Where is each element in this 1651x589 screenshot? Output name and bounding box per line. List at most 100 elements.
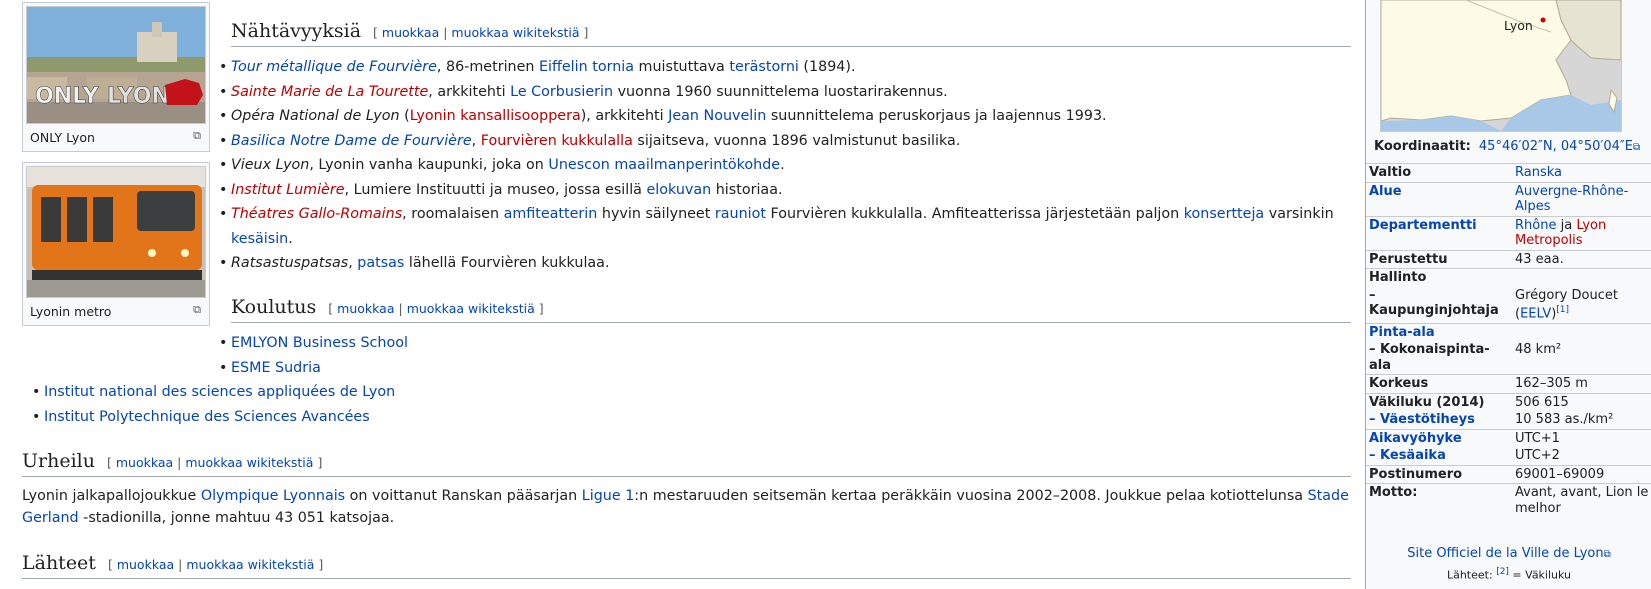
inline-link[interactable]: Unescon maailmanperintökohde bbox=[548, 157, 780, 173]
svg-text:ONLY: ONLY bbox=[35, 84, 100, 109]
inline-text: ja bbox=[1556, 217, 1577, 233]
only-lyon-image[interactable]: ONLY LYON bbox=[26, 6, 206, 124]
section-heading-sports: Urheilu [ muokkaa | muokkaa wikitekstiä ] bbox=[22, 450, 1351, 477]
inline-text: Lyonin jalkapallojoukkue bbox=[22, 488, 201, 504]
inline-text: Avant, avant, Lion le melhor bbox=[1515, 485, 1649, 516]
inline-link[interactable]: Théatres Gallo-Romains bbox=[231, 206, 402, 222]
edit-link[interactable]: muokkaa bbox=[337, 301, 394, 316]
inline-link[interactable]: Ranska bbox=[1515, 165, 1562, 180]
infobox-key[interactable]: Alue bbox=[1366, 181, 1512, 216]
inline-link[interactable]: amfiteatterin bbox=[504, 206, 598, 222]
inline-link[interactable]: terästorni bbox=[729, 59, 799, 75]
school-link[interactable]: Institut national des sciences appliquée… bbox=[44, 384, 395, 400]
inline-text: , 86-metrinen bbox=[436, 59, 540, 75]
infobox-value: Ranska bbox=[1512, 163, 1651, 182]
inline-link[interactable]: kesäisin bbox=[231, 231, 288, 247]
website-link[interactable]: Site Officiel de la Ville de Lyon bbox=[1407, 546, 1603, 561]
infobox-value bbox=[1512, 268, 1651, 287]
infobox-value: 10 583 as./km² bbox=[1512, 411, 1651, 429]
heading-text: Koulutus bbox=[231, 296, 317, 318]
infobox-key: Hallinto bbox=[1366, 268, 1512, 287]
infobox-key[interactable]: – Kesäaika bbox=[1366, 447, 1512, 465]
heading-text: Nähtävyyksiä bbox=[231, 20, 362, 42]
list-item: Sainte Marie de La Tourette, arkkitehti … bbox=[219, 80, 1354, 105]
inline-link[interactable]: Basilica Notre Dame de Fourvière bbox=[231, 133, 472, 149]
inline-text: 48 km² bbox=[1515, 342, 1562, 358]
edit-source-link[interactable]: muokkaa wikitekstiä bbox=[186, 557, 314, 572]
infobox-value: 43 eaa. bbox=[1512, 249, 1651, 269]
infobox-row: Departementti Rhône ja Lyon Metropolis bbox=[1366, 215, 1651, 250]
section-heading-sights: Nähtävyyksiä [ muokkaa | muokkaa wikiteks… bbox=[231, 20, 1351, 47]
list-item: Opéra National de Lyon (Lyonin kansallis… bbox=[219, 104, 1354, 129]
infobox-value: Grégory Doucet (EELV)[1] bbox=[1512, 287, 1651, 324]
inline-link[interactable]: Ligue 1 bbox=[582, 488, 635, 504]
inline-link[interactable]: Fourvièren kukkulalla bbox=[481, 133, 633, 149]
sources-suffix: = Väkiluku bbox=[1508, 568, 1572, 582]
inline-link[interactable]: EELV bbox=[1520, 306, 1551, 321]
inline-link[interactable]: Auvergne-Rhône-Alpes bbox=[1515, 184, 1628, 215]
inline-link[interactable]: rauniot bbox=[715, 206, 766, 222]
inline-link[interactable]: Le Corbusierin bbox=[510, 84, 613, 100]
infobox-key: – Kokonaispinta-ala bbox=[1369, 342, 1490, 373]
inline-link[interactable]: elokuvan bbox=[647, 182, 712, 198]
list-item: Ratsastuspatsas, patsas lähellä Fourvièr… bbox=[219, 251, 1354, 276]
infobox-value: UTC+1 bbox=[1512, 428, 1651, 448]
inline-link[interactable]: [1] bbox=[1556, 305, 1569, 315]
list-item: Basilica Notre Dame de Fourvière, Fourvi… bbox=[219, 129, 1354, 154]
inline-link[interactable]: patsas bbox=[357, 255, 404, 271]
sights-list: Tour métallique de Fourvière, 86-metrine… bbox=[219, 55, 1354, 276]
edit-links: [ muokkaa | muokkaa wikitekstiä ] bbox=[107, 455, 322, 470]
edit-link[interactable]: muokkaa bbox=[116, 455, 173, 470]
infobox-row: Aikavyöhyke UTC+1 bbox=[1366, 428, 1651, 448]
separator: | bbox=[178, 557, 183, 572]
edit-source-link[interactable]: muokkaa wikitekstiä bbox=[185, 455, 313, 470]
edit-links: [ muokkaa | muokkaa wikitekstiä ] bbox=[373, 25, 588, 40]
infobox-row: Perustettu 43 eaa. bbox=[1366, 249, 1651, 269]
inline-link[interactable]: Lyonin kansallisooppera bbox=[410, 108, 581, 124]
school-link[interactable]: Institut Polytechnique des Sciences Avan… bbox=[44, 409, 370, 425]
lyon-metro-image[interactable] bbox=[26, 166, 206, 298]
edit-source-link[interactable]: muokkaa wikitekstiä bbox=[407, 301, 535, 316]
magnify-icon[interactable]: ⧉ bbox=[193, 129, 201, 143]
inline-text: UTC+1 bbox=[1515, 430, 1560, 446]
infobox-key[interactable]: Pinta-ala bbox=[1366, 322, 1512, 342]
edit-link[interactable]: muokkaa bbox=[382, 25, 439, 40]
infobox-row: Korkeus 162–305 m bbox=[1366, 374, 1651, 394]
inline-link[interactable]: Rhône bbox=[1515, 218, 1556, 233]
inline-link[interactable]: Jean Nouvelin bbox=[668, 108, 766, 124]
reference-link[interactable]: [2] bbox=[1496, 567, 1509, 577]
infobox-value: 69001–69009 bbox=[1512, 464, 1651, 484]
education-list-outer: Institut national des sciences appliquée… bbox=[32, 380, 395, 429]
inline-link[interactable]: Tour métallique de Fourvière bbox=[231, 59, 437, 75]
edit-links: [ muokkaa | muokkaa wikitekstiä ] bbox=[108, 557, 323, 572]
external-link-icon: ⧉ bbox=[1632, 142, 1641, 153]
only-lyon-photo: ONLY LYON bbox=[27, 7, 205, 123]
bracket-open: [ bbox=[373, 25, 378, 40]
location-map[interactable]: Lyon bbox=[1380, 0, 1622, 132]
inline-text: . bbox=[288, 230, 293, 247]
magnify-icon[interactable]: ⧉ bbox=[193, 303, 201, 317]
inline-text: 506 615 bbox=[1515, 394, 1569, 410]
inline-link[interactable]: Sainte Marie de La Tourette bbox=[231, 84, 428, 100]
inline-link[interactable]: Olympique Lyonnais bbox=[201, 488, 345, 504]
school-link[interactable]: EMLYON Business School bbox=[231, 335, 408, 351]
infobox-key[interactable]: – Väestötiheys bbox=[1366, 411, 1512, 429]
map-label: Lyon bbox=[1504, 18, 1533, 33]
inline-link[interactable]: Eiffelin tornia bbox=[539, 59, 634, 75]
bracket-close: ] bbox=[583, 25, 589, 40]
infobox-key[interactable]: Aikavyöhyke bbox=[1366, 428, 1512, 448]
bracket-close: ] bbox=[538, 301, 544, 316]
inline-link[interactable]: Institut Lumière bbox=[231, 182, 345, 198]
coords-link[interactable]: 45°46′02″N, 04°50′04″E bbox=[1479, 139, 1633, 154]
inline-link[interactable]: konsertteja bbox=[1184, 206, 1264, 222]
inline-text: 162–305 m bbox=[1515, 376, 1588, 392]
school-link[interactable]: ESME Sudria bbox=[231, 360, 321, 376]
inline-text: Vieux Lyon bbox=[231, 157, 310, 173]
edit-source-link[interactable]: muokkaa wikitekstiä bbox=[451, 25, 579, 40]
inline-text: suunnittelema peruskorjaus ja laajennus … bbox=[766, 108, 1107, 124]
infobox-key[interactable]: Departementti bbox=[1366, 215, 1512, 250]
edit-link[interactable]: muokkaa bbox=[117, 557, 174, 572]
inline-text: , bbox=[348, 255, 358, 271]
infobox-value: 48 km² bbox=[1512, 341, 1651, 375]
superscript: [1] bbox=[1556, 305, 1569, 315]
